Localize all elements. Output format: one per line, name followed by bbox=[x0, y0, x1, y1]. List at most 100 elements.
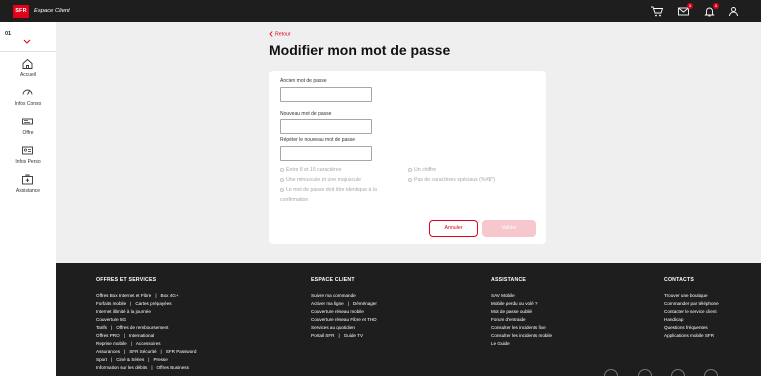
footer-link[interactable]: Tarifs bbox=[96, 325, 107, 330]
new-password-input[interactable] bbox=[280, 119, 372, 134]
footer-link[interactable]: Commander par téléphone bbox=[664, 301, 719, 306]
footer-link[interactable]: Offres Business bbox=[157, 365, 189, 370]
footer-link[interactable]: Handicap bbox=[664, 317, 683, 322]
chevron-left-icon bbox=[269, 31, 273, 37]
sidebar-divider bbox=[0, 51, 56, 52]
footer-separator: | bbox=[148, 357, 150, 362]
footer-link[interactable]: Sport bbox=[96, 357, 107, 362]
footer-link[interactable]: Forum d'entraide bbox=[491, 317, 526, 322]
footer-link-row: Offres PRO | International bbox=[96, 332, 196, 340]
sidebar-item-label: Accueil bbox=[19, 72, 37, 78]
sidebar-item-accueil[interactable]: Accueil bbox=[0, 57, 56, 83]
footer-link[interactable]: Mot de passe oublié bbox=[491, 309, 532, 314]
footer-link[interactable]: Couverture 5G bbox=[96, 317, 126, 322]
brand-title[interactable]: Espace Client bbox=[34, 5, 70, 17]
footer-link-row: Forfaits mobile | Cartes prépayées bbox=[96, 300, 196, 308]
footer-heading: CONTACTS bbox=[664, 277, 695, 283]
footer-col-contacts: CONTACTS Trouver une boutique Commander p… bbox=[664, 277, 719, 340]
bell-badge: 1 bbox=[713, 3, 719, 9]
sidebar-item-label: Assistance bbox=[15, 188, 41, 194]
footer-link[interactable]: Cartes prépayées bbox=[135, 301, 171, 306]
footer-link-row: Couverture 5G bbox=[96, 316, 196, 324]
footer-link[interactable]: SFR Sécurité bbox=[129, 349, 156, 354]
footer-link-row: Information sur les débits | Offres Busine… bbox=[96, 364, 196, 372]
footer-link-row: Forum d'entraide bbox=[491, 316, 552, 324]
account-selector[interactable]: 01 bbox=[5, 31, 11, 37]
sfr-logo[interactable]: SFR bbox=[13, 5, 29, 18]
footer-link[interactable]: SAV Mobile bbox=[491, 293, 515, 298]
sidebar-item-offre[interactable]: Offre bbox=[0, 115, 56, 141]
back-label: Retour bbox=[275, 31, 291, 38]
footer-link-row: Consulter les incidents mobile bbox=[491, 332, 552, 340]
rule-status-icon bbox=[280, 187, 284, 192]
back-link[interactable]: Retour bbox=[269, 31, 291, 37]
footer-link[interactable]: SFR Password bbox=[166, 349, 197, 354]
validate-button[interactable]: Valider bbox=[482, 220, 536, 237]
footer-separator: | bbox=[123, 333, 125, 338]
footer-link[interactable]: Accessoires bbox=[136, 341, 161, 346]
footer-link-row: Mot de passe oublié bbox=[491, 308, 552, 316]
footer-link[interactable]: Offres PRO bbox=[96, 333, 120, 338]
footer-link[interactable]: International bbox=[129, 333, 154, 338]
bell-icon[interactable]: 1 bbox=[703, 3, 719, 18]
footer-separator: | bbox=[130, 341, 132, 346]
social-icon[interactable] bbox=[638, 369, 652, 376]
footer-link[interactable]: Consulter les incidents mobile bbox=[491, 333, 552, 338]
footer-link[interactable]: Activer ma ligne bbox=[311, 301, 344, 306]
social-icon[interactable] bbox=[604, 369, 618, 376]
footer-link[interactable]: Questions fréquentes bbox=[664, 325, 708, 330]
footer-link-row: Activer ma ligne | Déménager bbox=[311, 300, 377, 308]
user-icon[interactable] bbox=[727, 5, 740, 18]
footer-link-row: Portail SFR | Guide TV bbox=[311, 332, 377, 340]
footer-link-row: Sport | Ciné & Séries | Presse bbox=[96, 356, 196, 364]
footer-link[interactable]: Consulter les incidents fixe bbox=[491, 325, 546, 330]
footer-heading: OFFRES ET SERVICES bbox=[96, 277, 157, 283]
cart-icon[interactable] bbox=[650, 5, 663, 18]
footer-link-row: Mobile perdu ou volé ? bbox=[491, 300, 552, 308]
footer-link[interactable]: Services au quotidien bbox=[311, 325, 355, 330]
footer-link-row: Services au quotidien bbox=[311, 324, 377, 332]
rule-status-icon bbox=[280, 177, 284, 182]
rule-digit: Un chiffre bbox=[408, 165, 436, 175]
social-icon[interactable] bbox=[704, 369, 718, 376]
footer-link[interactable]: Box 4G+ bbox=[161, 293, 179, 298]
footer-separator: | bbox=[124, 349, 126, 354]
footer-link[interactable]: Guide TV bbox=[344, 333, 363, 338]
footer-link[interactable]: Le Guide bbox=[491, 341, 510, 346]
footer-link[interactable]: Trouver une boutique bbox=[664, 293, 708, 298]
footer-link[interactable]: Forfaits mobile bbox=[96, 301, 126, 306]
old-password-input[interactable] bbox=[280, 87, 372, 102]
footer-link[interactable]: Presse bbox=[153, 357, 167, 362]
footer-link-row: Reprise mobile | Accessoires bbox=[96, 340, 196, 348]
footer-link[interactable]: Déménager bbox=[353, 301, 377, 306]
footer-link[interactable]: Assurances bbox=[96, 349, 120, 354]
footer-link[interactable]: Portail SFR bbox=[311, 333, 335, 338]
chevron-down-icon[interactable] bbox=[23, 39, 31, 45]
footer-link[interactable]: Couverture réseau mobile bbox=[311, 309, 364, 314]
cancel-button[interactable]: Annuler bbox=[429, 220, 478, 237]
sidebar-item-infos-perso[interactable]: Infos Perso bbox=[0, 144, 56, 170]
footer-separator: | bbox=[338, 333, 340, 338]
footer-link[interactable]: Mobile perdu ou volé ? bbox=[491, 301, 537, 306]
footer-link-row: Commander par téléphone bbox=[664, 300, 719, 308]
mail-icon[interactable]: 1 bbox=[677, 3, 693, 18]
footer-col-offres: OFFRES ET SERVICES Offres Box Internet e… bbox=[96, 277, 196, 372]
repeat-password-input[interactable] bbox=[280, 146, 372, 161]
footer-link-row: Contacter le service client bbox=[664, 308, 719, 316]
footer-link[interactable]: Offres de remboursement bbox=[116, 325, 168, 330]
footer-link[interactable]: Information sur les débits bbox=[96, 365, 147, 370]
social-icon[interactable] bbox=[671, 369, 685, 376]
footer-link[interactable]: Couverture réseau Fibre et THD bbox=[311, 317, 377, 322]
footer-link[interactable]: Contacter le service client bbox=[664, 309, 717, 314]
footer-link-row: Trouver une boutique bbox=[664, 292, 719, 300]
sidebar-item-assistance[interactable]: Assistance bbox=[0, 173, 56, 199]
footer-link[interactable]: Suivre ma commande bbox=[311, 293, 356, 298]
footer-separator: | bbox=[110, 325, 113, 330]
footer-separator: | bbox=[151, 365, 153, 370]
footer-link[interactable]: Applications mobile SFR bbox=[664, 333, 714, 338]
footer-link[interactable]: Internet illimité à la journée bbox=[96, 309, 151, 314]
footer-link[interactable]: Reprise mobile bbox=[96, 341, 127, 346]
sidebar-item-infos-conso[interactable]: Infos Conso bbox=[0, 86, 56, 112]
footer-link[interactable]: Ciné & Séries bbox=[116, 357, 144, 362]
footer-link[interactable]: Offres Box Internet et Fibre bbox=[96, 293, 151, 298]
